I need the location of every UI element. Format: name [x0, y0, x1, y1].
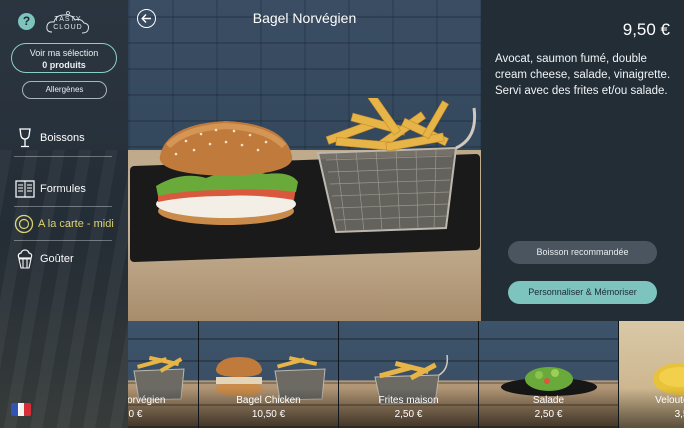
nav-divider [14, 240, 112, 241]
view-selection-button[interactable]: Voir ma sélection 0 produits [11, 43, 117, 73]
carousel-card-bagel-chicken[interactable]: Bagel Chicken 10,50 € [198, 321, 338, 428]
nav-divider [14, 156, 112, 157]
sidebar: ? TASTY CLOUD Voir ma sélection 0 produi… [0, 0, 128, 428]
card-name: Velouté du jour [655, 395, 684, 406]
nav-item-a-la-carte-midi[interactable]: A la carte - midi [14, 209, 114, 239]
nav-label: Goûter [40, 253, 74, 265]
card-name: Bagel Chicken [236, 395, 301, 406]
carousel-card-veloute-du-jour[interactable]: Velouté du jour 3,50 € [618, 321, 684, 428]
product-description: Avocat, saumon fumé, double cream cheese… [495, 53, 671, 97]
carousel-card-bagel-norvegien[interactable]: Bagel Norvégien 9,50 € [128, 321, 198, 428]
card-price: 9,50 € [128, 409, 143, 420]
card-price: 10,50 € [251, 409, 286, 420]
card-shade [619, 388, 684, 428]
allergens-button[interactable]: Allergènes [22, 81, 107, 99]
customize-and-save-button[interactable]: Personnaliser & Mémoriser [508, 281, 657, 304]
menu-book-icon [14, 178, 36, 200]
nav-item-formules[interactable]: Formules [14, 174, 112, 204]
carousel-card-frites-maison[interactable]: Frites maison 2,50 € [338, 321, 478, 428]
product-carousel[interactable]: Bagel Norvégien 9,50 € Bagel Chicken 10,… [128, 321, 684, 428]
wine-glass-icon [14, 127, 36, 149]
card-price: 3,50 € [674, 409, 684, 420]
card-name: Frites maison [378, 395, 439, 406]
bagel-image [156, 121, 298, 225]
nav-item-gouter[interactable]: Goûter [14, 244, 112, 274]
selection-label: Voir ma sélection [29, 48, 99, 58]
nav-divider [14, 206, 112, 207]
card-shade [199, 388, 338, 428]
selection-count: 0 produits [42, 60, 86, 70]
card-shade [339, 388, 478, 428]
nav-label: Formules [40, 183, 86, 195]
card-name: Bagel Norvégien [128, 395, 166, 406]
product-info-panel: 9,50 € Avocat, saumon fumé, double cream… [481, 0, 684, 321]
card-name: Salade [532, 395, 565, 406]
cupcake-icon [14, 248, 36, 270]
brand-logo: TASTY CLOUD [44, 10, 92, 36]
nav-item-boissons[interactable]: Boissons [14, 123, 112, 153]
french-flag-icon[interactable] [11, 403, 31, 416]
card-shade [479, 388, 618, 428]
recommended-drink-button[interactable]: Boisson recommandée [508, 241, 657, 264]
card-price: 2,50 € [534, 409, 563, 420]
product-price: 9,50 € [622, 20, 670, 39]
card-price: 2,50 € [394, 409, 423, 420]
nav-label: A la carte - midi [38, 218, 114, 230]
plate-icon [14, 213, 34, 235]
carousel-card-salade[interactable]: Salade 2,50 € [478, 321, 618, 428]
logo-text: TASTY CLOUD [53, 16, 83, 31]
product-hero-image: Bagel Norvégien [128, 0, 481, 321]
fries-basket-image [316, 98, 477, 234]
question-mark-icon[interactable]: ? [18, 13, 35, 30]
nav-label: Boissons [40, 132, 85, 144]
product-title: Bagel Norvégien [252, 10, 357, 26]
card-shade [128, 388, 198, 428]
